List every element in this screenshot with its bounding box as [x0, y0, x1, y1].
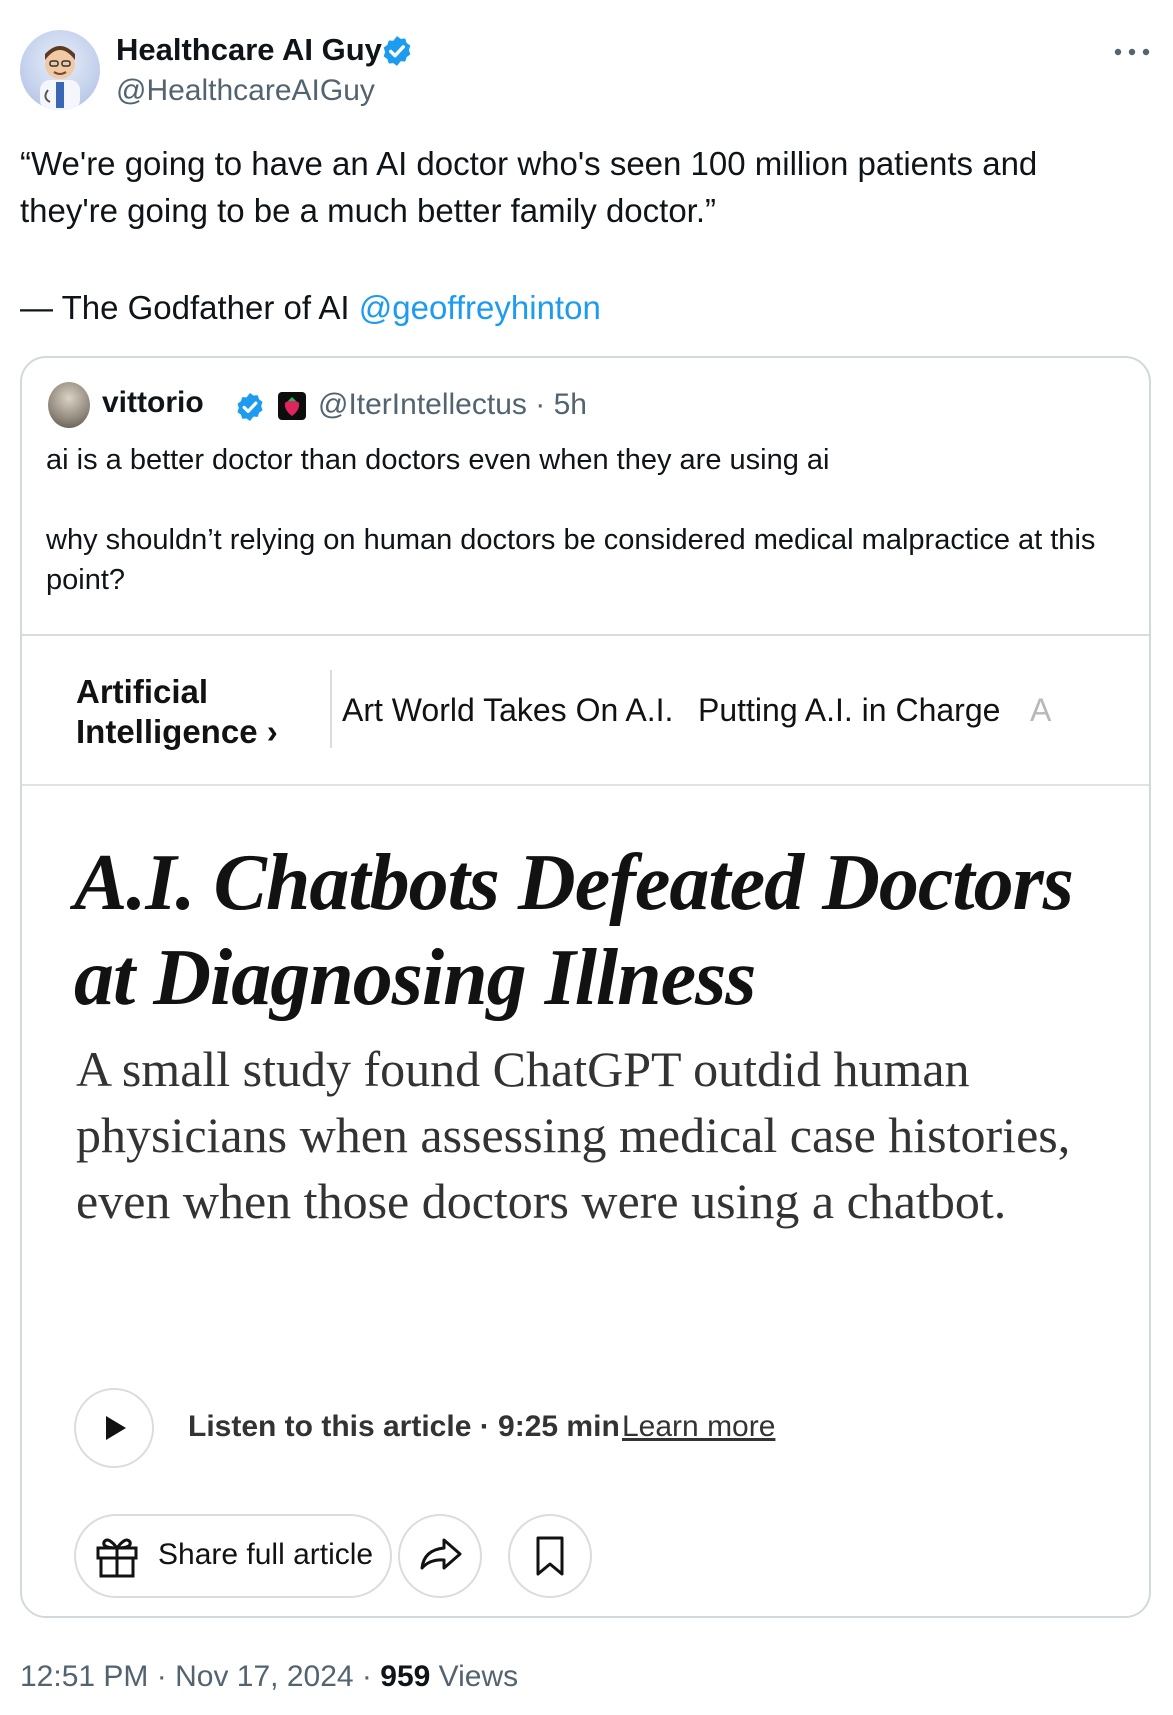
views-count[interactable]: 959	[380, 1660, 430, 1693]
topic-link-art-world[interactable]: Art World Takes On A.I.	[342, 692, 673, 729]
author-handle[interactable]: @HealthcareAIGuy	[116, 74, 375, 108]
topic-label[interactable]: Artificial Intelligence ›	[76, 672, 278, 752]
topic-link-putting-ai[interactable]: Putting A.I. in Charge	[698, 692, 1000, 729]
bookmark-button[interactable]	[508, 1514, 592, 1598]
quote-author-name[interactable]: vittorio	[102, 386, 204, 420]
topic-label-line1: Artificial	[76, 673, 209, 710]
article-headline: A.I. Chatbots Defeated Doctors at Diagno…	[74, 836, 1124, 1026]
share-label: Share full article	[158, 1538, 374, 1571]
topic-bar: Artificial Intelligence › Art World Take…	[22, 636, 1149, 786]
tweet-timestamp: 12:51 PM · Nov 17, 2024 · 959 Views	[20, 1660, 518, 1694]
topic-label-line2: Intelligence ›	[76, 713, 278, 750]
verified-badge-icon	[237, 393, 263, 421]
tweet-text: “We're going to have an AI doctor who's …	[20, 145, 1038, 229]
share-arrow-button[interactable]	[398, 1514, 482, 1598]
footer-separator-1: ·	[156, 1660, 167, 1693]
footer-separator-2: ·	[361, 1660, 372, 1693]
mention-link[interactable]: @geoffreyhinton	[359, 289, 601, 326]
more-icon[interactable]	[1110, 40, 1154, 64]
bookmark-icon	[536, 1536, 564, 1576]
quote-meta: @IterIntellectus · 5h	[318, 388, 587, 422]
author-name[interactable]: Healthcare AI Guy	[116, 32, 382, 68]
headline-line2: at Diagnosing Illness	[74, 934, 756, 1022]
learn-more-link[interactable]: Learn more	[622, 1410, 775, 1444]
article-image[interactable]: Artificial Intelligence › Art World Take…	[22, 634, 1149, 1616]
quoted-tweet-card[interactable]: vittorio @IterIntellectus · 5h ai is a b…	[20, 356, 1151, 1618]
tweet: Healthcare AI Guy @HealthcareAIGuy “We'r…	[0, 0, 1173, 1715]
verified-badge-icon	[383, 36, 411, 66]
avatar-illustration	[40, 46, 80, 110]
attribution-prefix: — The Godfather of AI	[20, 289, 359, 326]
strawberry-icon	[278, 392, 306, 420]
tweet-attribution: — The Godfather of AI @geoffreyhinton	[20, 284, 601, 331]
headline-line1: A.I. Chatbots Defeated Doctors	[74, 839, 1074, 927]
listen-text: Listen to this article · 9:25 min	[188, 1410, 620, 1443]
gift-icon	[96, 1538, 138, 1578]
quote-line-1: ai is a better doctor than doctors even …	[46, 444, 830, 476]
tweet-date[interactable]: Nov 17, 2024	[175, 1660, 353, 1693]
author-avatar[interactable]	[20, 30, 100, 110]
topic-link-more[interactable]: A	[1030, 692, 1051, 729]
views-label[interactable]: Views	[439, 1660, 518, 1693]
play-button[interactable]	[74, 1388, 154, 1468]
quote-text: ai is a better doctor than doctors even …	[46, 440, 1126, 600]
share-full-article-button[interactable]: Share full article	[74, 1514, 392, 1598]
meta-separator: ·	[535, 388, 546, 421]
article-dek: A small study found ChatGPT outdid human…	[76, 1041, 1071, 1229]
topic-divider	[330, 670, 332, 748]
play-icon	[106, 1416, 126, 1440]
quote-line-2: why shouldn’t relying on human doctors b…	[46, 524, 1096, 596]
quote-handle[interactable]: @IterIntellectus	[318, 388, 527, 421]
quote-avatar[interactable]	[48, 382, 90, 428]
tweet-time[interactable]: 12:51 PM	[20, 1660, 148, 1693]
quote-age[interactable]: 5h	[554, 388, 587, 421]
share-arrow-icon	[420, 1538, 462, 1570]
